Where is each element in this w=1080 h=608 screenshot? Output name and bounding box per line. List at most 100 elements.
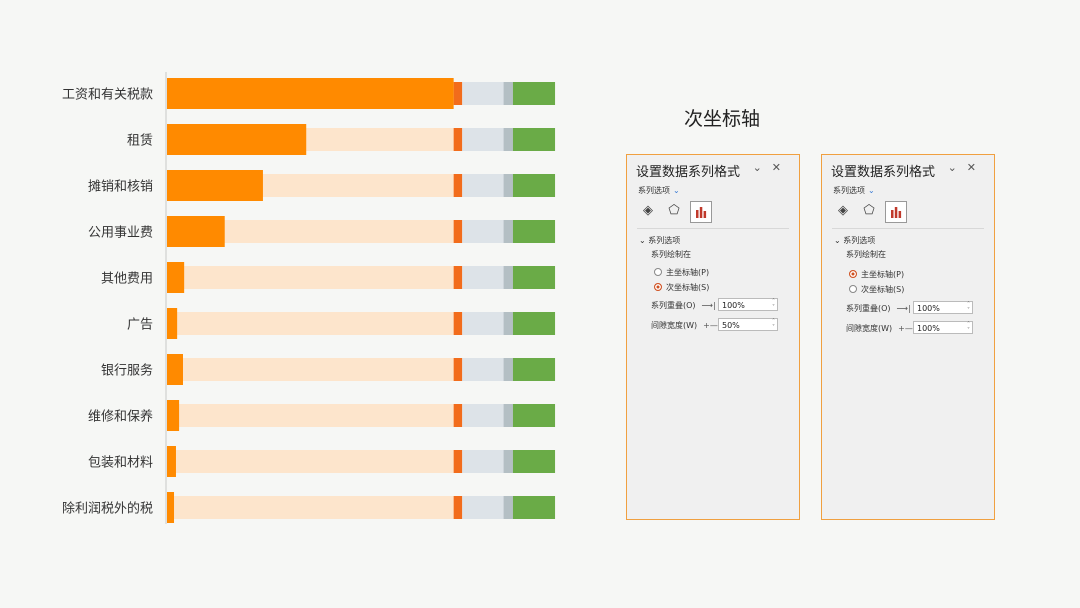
bar-series5-8 [503, 450, 513, 473]
bar-series4-5 [462, 312, 504, 335]
radio-label: 主坐标轴(P) [666, 268, 710, 277]
overlap-field[interactable]: 100% ˄ ˅ [913, 301, 973, 314]
gap-width-label: 间隙宽度(W) [846, 324, 893, 333]
bar-series6-2 [512, 174, 556, 197]
bar-series4-1 [462, 128, 504, 151]
bar-series1-0 [167, 78, 454, 109]
bar-series4-3 [462, 220, 504, 243]
overlap-row: 系列重叠(O) ⟶| [846, 303, 911, 314]
bar-series4-4 [462, 266, 504, 289]
gap-width-field[interactable]: 50% ˄ ˅ [718, 318, 778, 331]
close-icon[interactable]: ✕ [967, 161, 986, 174]
bar-series1-6 [167, 354, 183, 385]
close-icon[interactable]: ✕ [772, 161, 791, 174]
spinner-icon[interactable]: ˄ ˅ [772, 299, 775, 311]
slider-icon[interactable]: +— [703, 321, 718, 330]
bar-series5-5 [503, 312, 513, 335]
divider [637, 228, 789, 229]
bar-series3-3 [453, 220, 463, 243]
plot-on-label: 系列绘制在 [846, 250, 886, 259]
radio-button[interactable] [849, 269, 857, 278]
radio-button[interactable] [654, 267, 662, 276]
radio-label: 次坐标轴(S) [861, 285, 905, 294]
series-options-label: 系列选项 [833, 186, 865, 195]
bar-series1-4 [167, 262, 185, 293]
spinner-icon[interactable]: ˄ ˅ [967, 322, 970, 334]
bar-series6-9 [512, 496, 556, 519]
radio-button[interactable] [654, 282, 662, 291]
slider-icon[interactable]: +— [898, 324, 913, 333]
radio-button[interactable] [849, 284, 857, 293]
bar-series1-5 [167, 308, 178, 339]
bar-series5-3 [503, 220, 513, 243]
section-label: 系列选项 [843, 236, 876, 245]
gap-width-field[interactable]: 100% ˄ ˅ [913, 321, 973, 334]
radio-secondary-axis[interactable]: 次坐标轴(S) [849, 284, 904, 295]
section-series-options[interactable]: ⌄ 系列选项 [834, 235, 875, 246]
overlap-label: 系列重叠(O) [846, 304, 891, 313]
stacked-bar-chart: 工资和有关税款租赁摊销和核销公用事业费其他费用广告银行服务维修和保养包装和材料除… [62, 72, 556, 524]
panel-title: 设置数据系列格式 [831, 165, 936, 180]
bar-series6-5 [512, 312, 556, 335]
category-label: 包装和材料 [88, 456, 153, 471]
chevron-down-icon[interactable]: ⌄ [948, 161, 967, 174]
category-label: 工资和有关税款 [62, 88, 153, 103]
bar-series5-1 [503, 128, 513, 151]
series-options-dropdown[interactable]: 系列选项 ⌄ [833, 185, 875, 196]
overlap-field[interactable]: 100% ˄ ˅ [718, 298, 778, 311]
radio-label: 主坐标轴(P) [861, 270, 905, 279]
bar-series5-6 [503, 358, 513, 381]
chevron-down-icon: ⌄ [673, 186, 680, 195]
gap-width-label: 间隙宽度(W) [651, 321, 698, 330]
bar-chart-icon[interactable] [885, 201, 907, 223]
chevron-down-icon[interactable]: ⌄ [753, 161, 772, 174]
bar-series3-5 [453, 312, 463, 335]
radio-label: 次坐标轴(S) [666, 283, 710, 292]
category-label: 广告 [127, 318, 153, 333]
bar-series6-3 [512, 220, 556, 243]
category-label: 维修和保养 [88, 409, 153, 425]
bar-series4-2 [462, 174, 504, 197]
spinner-icon[interactable]: ˄ ˅ [967, 302, 970, 314]
bar-series3-4 [453, 266, 463, 289]
bar-series2-9 [167, 496, 454, 519]
bar-series2-6 [167, 358, 454, 381]
series-options-dropdown[interactable]: 系列选项 ⌄ [638, 185, 680, 196]
section-label: 系列选项 [648, 236, 681, 245]
spinner-icon[interactable]: ˄ ˅ [772, 319, 775, 331]
paint-bucket-icon[interactable]: ◈ [833, 201, 853, 221]
bar-series3-9 [453, 496, 463, 519]
radio-secondary-axis[interactable]: 次坐标轴(S) [654, 282, 709, 293]
bar-series4-8 [462, 450, 504, 473]
bar-series3-7 [453, 404, 463, 427]
bar-series1-7 [167, 400, 180, 431]
pentagon-icon[interactable]: ⬠ [664, 201, 684, 221]
radio-primary-axis[interactable]: 主坐标轴(P) [849, 269, 904, 280]
series-options-label: 系列选项 [638, 186, 670, 195]
radio-primary-axis[interactable]: 主坐标轴(P) [654, 267, 709, 278]
bar-series6-8 [512, 450, 556, 473]
panel-title: 设置数据系列格式 [636, 165, 741, 180]
category-label: 摊销和核销 [88, 180, 153, 195]
section-series-options[interactable]: ⌄ 系列选项 [639, 235, 680, 246]
bar-series6-1 [512, 128, 556, 151]
bar-series1-2 [167, 170, 263, 201]
pentagon-icon[interactable]: ⬠ [859, 201, 879, 221]
bar-series4-0 [462, 82, 504, 105]
format-series-panel-1: 设置数据系列格式 ⌄✕ 系列选项 ⌄ ◈ ⬠ ⌄ 系列选项 系列绘制在 主坐标轴(… [626, 154, 800, 520]
bar-series5-4 [503, 266, 513, 289]
overlap-row: 系列重叠(O) ⟶| [651, 300, 716, 311]
category-label: 公用事业费 [88, 226, 153, 241]
slider-icon[interactable]: ⟶| [897, 304, 911, 313]
bar-chart-icon[interactable] [690, 201, 712, 223]
bar-series6-7 [512, 404, 556, 427]
category-label: 除利润税外的税 [62, 501, 153, 517]
format-series-panel-2: 设置数据系列格式 ⌄✕ 系列选项 ⌄ ◈ ⬠ ⌄ 系列选项 系列绘制在 主坐标轴(… [821, 154, 995, 520]
divider [832, 228, 984, 229]
slider-icon[interactable]: ⟶| [702, 301, 716, 310]
category-label: 租赁 [127, 134, 153, 149]
bar-series3-1 [453, 128, 463, 151]
paint-bucket-icon[interactable]: ◈ [638, 201, 658, 221]
bar-series4-6 [462, 358, 504, 381]
bar-series1-9 [167, 492, 175, 523]
